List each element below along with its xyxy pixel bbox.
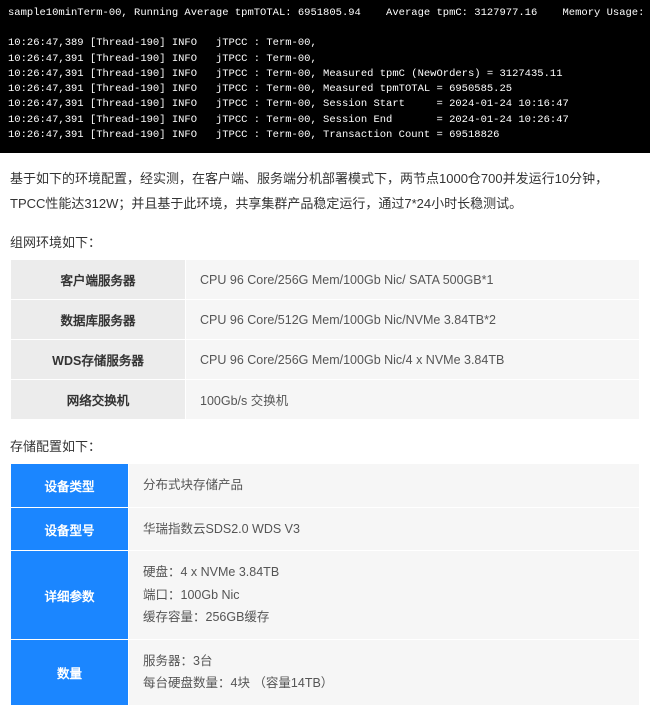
env-row-label: 客户端服务器: [11, 260, 186, 300]
description-paragraph: 基于如下的环境配置，经实测，在客户端、服务端分机部署模式下，两节点1000仓70…: [10, 167, 640, 216]
env-row-label: 网络交换机: [11, 380, 186, 420]
table-row: 设备类型分布式块存储产品: [11, 464, 640, 508]
table-row: 数据库服务器CPU 96 Core/512G Mem/100Gb Nic/NVM…: [11, 300, 640, 340]
terminal-output: sample10minTerm-00, Running Average tpmT…: [0, 0, 650, 153]
storage-row-value: 华瑞指数云SDS2.0 WDS V3: [129, 507, 640, 551]
storage-row-label: 设备型号: [11, 507, 129, 551]
storage-row-label: 设备类型: [11, 464, 129, 508]
table-row: WDS存储服务器CPU 96 Core/256G Mem/100Gb Nic/4…: [11, 340, 640, 380]
env-row-value: CPU 96 Core/256G Mem/100Gb Nic/ SATA 500…: [186, 260, 640, 300]
env-section-title: 组网环境如下：: [10, 232, 640, 251]
storage-table: 设备类型分布式块存储产品设备型号华瑞指数云SDS2.0 WDS V3详细参数硬盘…: [10, 463, 640, 706]
env-row-value: CPU 96 Core/512G Mem/100Gb Nic/NVMe 3.84…: [186, 300, 640, 340]
storage-section-title: 存储配置如下：: [10, 436, 640, 455]
storage-row-label: 数量: [11, 639, 129, 705]
table-row: 客户端服务器CPU 96 Core/256G Mem/100Gb Nic/ SA…: [11, 260, 640, 300]
table-row: 数量服务器：3台每台硬盘数量：4块 （容量14TB）: [11, 639, 640, 705]
storage-row-value: 服务器：3台每台硬盘数量：4块 （容量14TB）: [129, 639, 640, 705]
env-row-label: 数据库服务器: [11, 300, 186, 340]
env-table: 客户端服务器CPU 96 Core/256G Mem/100Gb Nic/ SA…: [10, 259, 640, 420]
env-row-value: 100Gb/s 交换机: [186, 380, 640, 420]
table-row: 设备型号华瑞指数云SDS2.0 WDS V3: [11, 507, 640, 551]
env-row-value: CPU 96 Core/256G Mem/100Gb Nic/4 x NVMe …: [186, 340, 640, 380]
storage-row-value: 分布式块存储产品: [129, 464, 640, 508]
storage-row-label: 详细参数: [11, 551, 129, 640]
env-row-label: WDS存储服务器: [11, 340, 186, 380]
storage-row-value: 硬盘：4 x NVMe 3.84TB端口：100Gb Nic缓存容量：256GB…: [129, 551, 640, 640]
table-row: 网络交换机100Gb/s 交换机: [11, 380, 640, 420]
table-row: 详细参数硬盘：4 x NVMe 3.84TB端口：100Gb Nic缓存容量：2…: [11, 551, 640, 640]
